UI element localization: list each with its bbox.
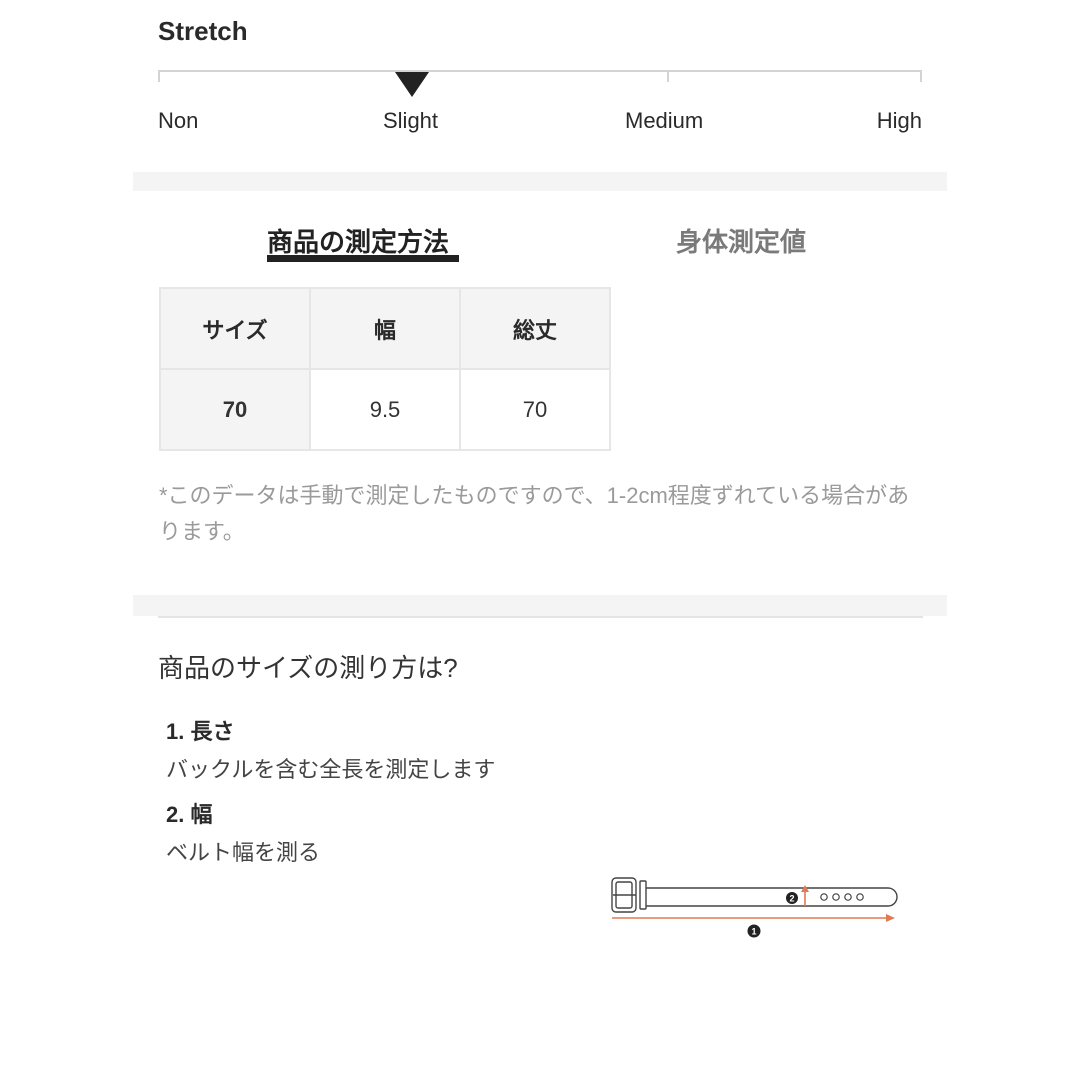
divider-line <box>158 616 923 618</box>
belt-strap <box>646 887 898 907</box>
scale-line <box>158 70 922 72</box>
stretch-label-high: High <box>876 108 922 133</box>
scale-tick-high <box>920 70 922 82</box>
section-divider <box>133 595 947 616</box>
step-2-desc: ベルト幅を測る <box>166 840 321 865</box>
length-arrow-icon <box>612 914 895 922</box>
tab-product-measurement[interactable]: 商品の測定方法 <box>267 222 449 259</box>
cell-width: 9.5 <box>309 368 461 451</box>
table-row: 70 9.5 70 <box>159 368 611 451</box>
section-divider <box>133 172 947 191</box>
scale-tick-non <box>158 70 160 82</box>
stretch-labels: Non Slight Medium High <box>158 108 922 138</box>
stretch-level-marker-icon <box>395 72 430 97</box>
stretch-title: Stretch <box>158 16 248 46</box>
table-header-total-length: 総丈 <box>459 287 611 370</box>
cell-size: 70 <box>159 368 311 451</box>
belt-measurement-diagram: 2 1 <box>611 877 898 938</box>
table-header-row: サイズ 幅 総丈 <box>159 287 611 370</box>
howto-title: 商品のサイズの測り方は? <box>158 653 458 683</box>
stretch-label-non: Non <box>158 108 199 133</box>
marker-1-icon: 1 <box>747 924 761 938</box>
stretch-label-slight: Slight <box>383 108 439 133</box>
svg-text:1: 1 <box>751 927 756 937</box>
step-2-title: 2. 幅 <box>166 802 213 827</box>
table-header-size: サイズ <box>159 287 311 370</box>
measurement-note: *このデータは手動で測定したものですので、1-2cm程度ずれている場合があります… <box>159 483 910 544</box>
svg-text:2: 2 <box>789 894 794 904</box>
size-table: サイズ 幅 総丈 70 9.5 70 <box>159 287 611 451</box>
step-1-title: 1. 長さ <box>166 719 235 744</box>
table-header-width: 幅 <box>309 287 461 370</box>
cell-total-length: 70 <box>459 368 611 451</box>
active-tab-underline <box>267 255 459 262</box>
stretch-label-medium: Medium <box>625 108 704 133</box>
tab-body-measurement[interactable]: 身体測定値 <box>676 222 806 259</box>
belt-holes <box>820 893 864 901</box>
stretch-scale <box>158 70 922 97</box>
marker-2-icon: 2 <box>786 892 798 904</box>
scale-tick-medium <box>667 70 669 82</box>
belt-buckle-icon <box>611 877 647 913</box>
step-1-desc: バックルを含む全長を測定します <box>166 757 496 782</box>
